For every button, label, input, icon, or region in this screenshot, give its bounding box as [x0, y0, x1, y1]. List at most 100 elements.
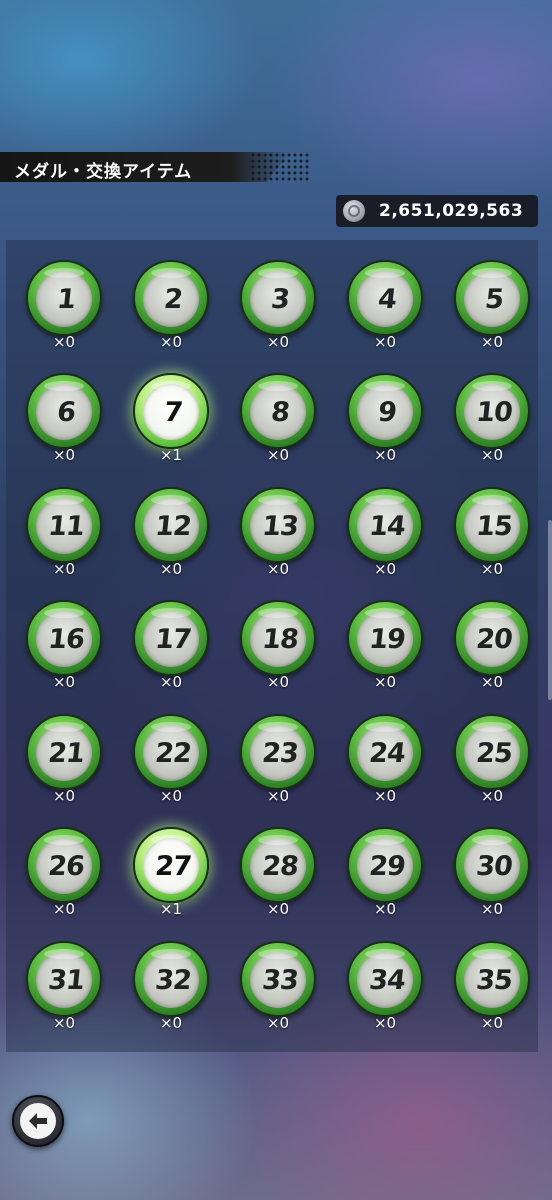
- medal-item[interactable]: 9 ×0: [335, 361, 435, 471]
- medal-icon: 23: [240, 714, 316, 790]
- medal-icon: 9: [347, 373, 423, 449]
- medal-icon: 12: [133, 487, 209, 563]
- medal-item[interactable]: 17 ×0: [121, 588, 221, 698]
- medal-item[interactable]: 8 ×0: [228, 361, 328, 471]
- medal-icon: 26: [26, 827, 102, 903]
- medal-item[interactable]: 21 ×0: [14, 702, 114, 812]
- medal-number: 17: [153, 624, 193, 655]
- medal-icon: 20: [454, 600, 530, 676]
- medal-icon: 18: [240, 600, 316, 676]
- medal-number: 4: [376, 284, 398, 315]
- medal-item[interactable]: 5 ×0: [442, 248, 538, 358]
- medal-icon: 32: [133, 941, 209, 1017]
- medal-icon: 27: [133, 827, 209, 903]
- scrollbar[interactable]: [548, 520, 552, 700]
- medal-icon: 28: [240, 827, 316, 903]
- medal-number: 14: [367, 511, 407, 542]
- medal-item[interactable]: 16 ×0: [14, 588, 114, 698]
- coin-icon: [343, 200, 365, 222]
- medal-item[interactable]: 18 ×0: [228, 588, 328, 698]
- medal-number: 19: [367, 624, 407, 655]
- medal-icon: 8: [240, 373, 316, 449]
- medal-item[interactable]: 22 ×0: [121, 702, 221, 812]
- medal-item[interactable]: 1 ×0: [14, 248, 114, 358]
- medal-number: 7: [162, 397, 184, 428]
- medal-number: 12: [153, 511, 193, 542]
- medal-item[interactable]: 33 ×0: [228, 929, 328, 1039]
- medal-icon: 35: [454, 941, 530, 1017]
- medal-number: 6: [55, 397, 77, 428]
- back-button[interactable]: [12, 1095, 64, 1147]
- medal-number: 29: [367, 851, 407, 882]
- medal-icon: 11: [26, 487, 102, 563]
- medal-number: 28: [260, 851, 300, 882]
- title-bar-decoration: [250, 152, 310, 182]
- medal-icon: 17: [133, 600, 209, 676]
- medal-icon: 4: [347, 260, 423, 336]
- medal-item[interactable]: 4 ×0: [335, 248, 435, 358]
- medal-number: 2: [162, 284, 184, 315]
- back-button-face: [20, 1103, 56, 1139]
- medal-icon: 3: [240, 260, 316, 336]
- medal-number: 8: [269, 397, 291, 428]
- medal-icon: 21: [26, 714, 102, 790]
- medal-number: 21: [46, 738, 86, 769]
- medal-icon: 14: [347, 487, 423, 563]
- medal-item[interactable]: 14 ×0: [335, 475, 435, 585]
- medal-number: 22: [153, 738, 193, 769]
- medal-number: 25: [474, 738, 514, 769]
- medal-item[interactable]: 34 ×0: [335, 929, 435, 1039]
- medal-number: 1: [55, 284, 77, 315]
- medal-icon: 5: [454, 260, 530, 336]
- medal-grid-panel[interactable]: 1 ×0 2 ×0 3 ×0 4 ×0 5 ×0 6 ×0 7 ×1 8 ×0 9 ×0 10 ×0 11 ×0 12 ×0 1…: [6, 240, 538, 1052]
- currency-display: 2,651,029,563: [336, 195, 538, 227]
- medal-item[interactable]: 19 ×0: [335, 588, 435, 698]
- medal-number: 20: [474, 624, 514, 655]
- medal-number: 27: [153, 851, 193, 882]
- medal-item[interactable]: 12 ×0: [121, 475, 221, 585]
- medal-icon: 34: [347, 941, 423, 1017]
- medal-item[interactable]: 30 ×0: [442, 815, 538, 925]
- medal-item[interactable]: 23 ×0: [228, 702, 328, 812]
- medal-item[interactable]: 26 ×0: [14, 815, 114, 925]
- medal-number: 34: [367, 965, 407, 996]
- medal-item[interactable]: 13 ×0: [228, 475, 328, 585]
- medal-icon: 7: [133, 373, 209, 449]
- medal-icon: 22: [133, 714, 209, 790]
- page-title: メダル・交換アイテム: [14, 162, 193, 182]
- medal-item[interactable]: 31 ×0: [14, 929, 114, 1039]
- medal-item[interactable]: 29 ×0: [335, 815, 435, 925]
- medal-item[interactable]: 20 ×0: [442, 588, 538, 698]
- medal-icon: 10: [454, 373, 530, 449]
- medal-item[interactable]: 3 ×0: [228, 248, 328, 358]
- medal-icon: 24: [347, 714, 423, 790]
- medal-number: 11: [46, 511, 86, 542]
- medal-item[interactable]: 32 ×0: [121, 929, 221, 1039]
- medal-item[interactable]: 7 ×1: [121, 361, 221, 471]
- medal-item[interactable]: 24 ×0: [335, 702, 435, 812]
- medal-item[interactable]: 35 ×0: [442, 929, 538, 1039]
- medal-number: 15: [474, 511, 514, 542]
- medal-item[interactable]: 2 ×0: [121, 248, 221, 358]
- medal-number: 18: [260, 624, 300, 655]
- medal-icon: 33: [240, 941, 316, 1017]
- medal-number: 10: [474, 397, 514, 428]
- medal-icon: 6: [26, 373, 102, 449]
- medal-number: 3: [269, 284, 291, 315]
- medal-icon: 30: [454, 827, 530, 903]
- medal-item[interactable]: 6 ×0: [14, 361, 114, 471]
- medal-item[interactable]: 11 ×0: [14, 475, 114, 585]
- medal-item[interactable]: 15 ×0: [442, 475, 538, 585]
- medal-number: 30: [474, 851, 514, 882]
- medal-item[interactable]: 10 ×0: [442, 361, 538, 471]
- currency-amount: 2,651,029,563: [379, 201, 524, 221]
- medal-item[interactable]: 25 ×0: [442, 702, 538, 812]
- medal-item[interactable]: 28 ×0: [228, 815, 328, 925]
- medal-number: 24: [367, 738, 407, 769]
- medal-number: 16: [46, 624, 86, 655]
- medal-icon: 25: [454, 714, 530, 790]
- medal-number: 5: [483, 284, 505, 315]
- medal-item[interactable]: 27 ×1: [121, 815, 221, 925]
- medal-icon: 31: [26, 941, 102, 1017]
- medal-icon: 13: [240, 487, 316, 563]
